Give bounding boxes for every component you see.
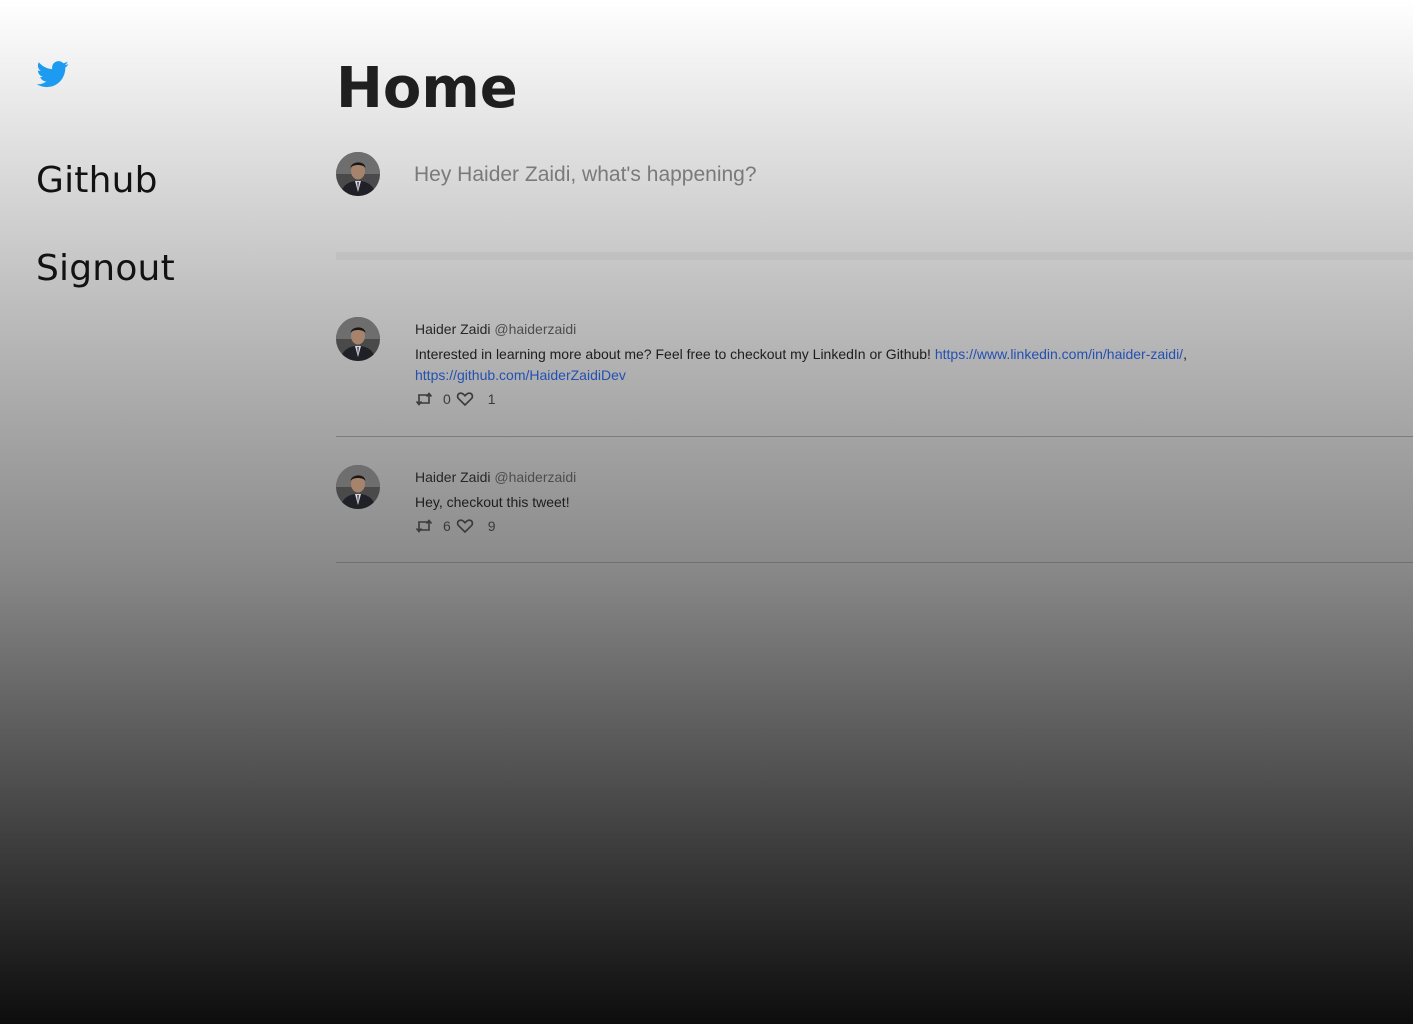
avatar-photo-icon [336, 317, 380, 361]
tweet-header: Haider Zaidi @haiderzaidi [415, 321, 1395, 337]
linkedin-link[interactable]: https://www.linkedin.com/in/haider-zaidi… [935, 346, 1183, 362]
heart-icon[interactable] [456, 518, 474, 534]
main-feed: Home Hey Haider Zaidi, what's happening?… [336, 0, 1413, 1024]
tweet-item: Haider Zaidi @haiderzaidi Hey, checkout … [336, 465, 1413, 563]
avatar [336, 152, 380, 196]
sidebar: Github Signout [0, 0, 300, 1024]
retweet-count: 0 [443, 391, 451, 407]
twitter-bird-icon[interactable] [35, 58, 71, 90]
like-count: 9 [487, 518, 496, 534]
tweet-body: Haider Zaidi @haiderzaidi Hey, checkout … [415, 469, 1395, 534]
nav-signout-link[interactable]: Signout [36, 248, 175, 289]
tweet-actions: 0 1 [415, 391, 1395, 407]
author-handle[interactable]: @haiderzaidi [494, 321, 576, 337]
like-count: 1 [487, 391, 496, 407]
retweet-icon[interactable] [415, 518, 433, 534]
author-handle[interactable]: @haiderzaidi [494, 469, 576, 485]
tweet-actions: 6 9 [415, 518, 1395, 534]
avatar-photo-icon [336, 465, 380, 509]
github-link[interactable]: https://github.com/HaiderZaidiDev [415, 367, 626, 383]
heart-icon[interactable] [456, 391, 474, 407]
section-divider [336, 252, 1413, 260]
compose-input[interactable] [412, 156, 1316, 194]
author-name[interactable]: Haider Zaidi [415, 321, 490, 337]
compose-box [336, 152, 1413, 212]
page-title: Home [336, 56, 518, 121]
avatar[interactable] [336, 465, 380, 509]
retweet-count: 6 [443, 518, 451, 534]
tweet-body: Haider Zaidi @haiderzaidi Interested in … [415, 321, 1395, 407]
tweet-item: Haider Zaidi @haiderzaidi Interested in … [336, 317, 1413, 437]
tweet-header: Haider Zaidi @haiderzaidi [415, 469, 1395, 485]
author-name[interactable]: Haider Zaidi [415, 469, 490, 485]
avatar[interactable] [336, 317, 380, 361]
nav-github-link[interactable]: Github [36, 160, 158, 201]
tweet-text: Hey, checkout this tweet! [415, 494, 570, 510]
avatar-photo-icon [336, 152, 380, 196]
retweet-icon[interactable] [415, 391, 433, 407]
link-separator: , [1183, 346, 1187, 362]
tweet-text-content: Interested in learning more about me? Fe… [415, 346, 935, 362]
tweet-text: Interested in learning more about me? Fe… [415, 344, 1395, 386]
